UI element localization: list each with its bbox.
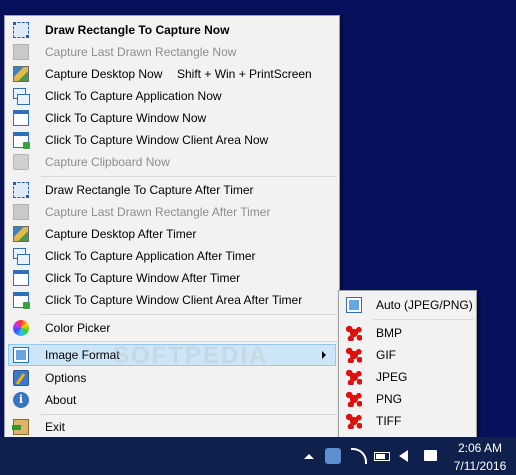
network-icon[interactable] bbox=[351, 448, 367, 464]
show-hidden-icons-icon[interactable] bbox=[304, 454, 314, 459]
format-option-tiff[interactable]: TIFF bbox=[341, 410, 473, 432]
capture-app-tray-icon[interactable] bbox=[325, 448, 341, 464]
menu-item-draw-rectangle-timer[interactable]: Draw Rectangle To Capture After Timer bbox=[8, 179, 336, 201]
menu-item-options[interactable]: Options bbox=[8, 367, 336, 389]
menu-item-label: Capture Desktop Now bbox=[45, 67, 163, 81]
menu-item-label: Click To Capture Application After Timer bbox=[45, 249, 256, 263]
taskbar: 2:06 AM 7/11/2016 bbox=[0, 437, 516, 475]
window-client-area-icon bbox=[13, 292, 30, 309]
splat-icon bbox=[346, 369, 362, 385]
application-icon bbox=[13, 88, 30, 105]
options-icon bbox=[13, 370, 29, 386]
format-option-png[interactable]: PNG bbox=[341, 388, 473, 410]
menu-item-label: Capture Desktop After Timer bbox=[45, 227, 197, 241]
menu-separator bbox=[373, 319, 474, 320]
info-icon: i bbox=[13, 392, 29, 408]
tray-context-menu: Draw Rectangle To Capture Now Capture La… bbox=[4, 15, 340, 439]
menu-item-label: Click To Capture Window Client Area Afte… bbox=[45, 293, 303, 307]
last-rectangle-icon bbox=[13, 204, 29, 220]
format-option-gif[interactable]: GIF bbox=[341, 344, 473, 366]
menu-item-capture-application-timer[interactable]: Click To Capture Application After Timer bbox=[8, 245, 336, 267]
window-icon bbox=[13, 270, 29, 286]
menu-separator bbox=[41, 176, 337, 177]
taskbar-clock[interactable]: 2:06 AM 7/11/2016 bbox=[445, 437, 515, 475]
exit-icon bbox=[12, 419, 29, 435]
auto-format-icon bbox=[346, 297, 362, 313]
menu-item-label: Click To Capture Window After Timer bbox=[45, 271, 241, 285]
menu-item-label: Click To Capture Application Now bbox=[45, 89, 222, 103]
menu-item-draw-rectangle-now[interactable]: Draw Rectangle To Capture Now bbox=[8, 19, 336, 41]
menu-item-label: Click To Capture Window Now bbox=[45, 111, 207, 125]
menu-separator bbox=[41, 414, 337, 415]
menu-item-label: Click To Capture Window Client Area Now bbox=[45, 133, 269, 147]
menu-item-label: Draw Rectangle To Capture Now bbox=[45, 23, 230, 37]
window-client-area-icon bbox=[13, 132, 30, 149]
menu-item-label: Exit bbox=[45, 420, 66, 434]
action-center-icon[interactable] bbox=[424, 450, 437, 461]
menu-item-exit[interactable]: Exit bbox=[8, 416, 336, 438]
menu-item-color-picker[interactable]: Color Picker bbox=[8, 317, 336, 339]
color-picker-icon bbox=[13, 320, 29, 336]
clipboard-icon bbox=[13, 154, 29, 170]
splat-icon bbox=[346, 391, 362, 407]
menu-separator bbox=[41, 314, 337, 315]
format-option-bmp[interactable]: BMP bbox=[341, 322, 473, 344]
menu-item-capture-clipboard-now: Capture Clipboard Now bbox=[8, 151, 336, 173]
menu-item-capture-window-timer[interactable]: Click To Capture Window After Timer bbox=[8, 267, 336, 289]
menu-item-about[interactable]: i About bbox=[8, 389, 336, 411]
menu-item-shortcut: Shift + Win + PrintScreen bbox=[177, 67, 312, 81]
format-option-jpeg[interactable]: JPEG bbox=[341, 366, 473, 388]
format-option-label: TIFF bbox=[376, 414, 402, 428]
window-icon bbox=[13, 110, 29, 126]
format-option-label: Auto (JPEG/PNG) bbox=[376, 298, 473, 312]
volume-icon[interactable] bbox=[399, 450, 408, 462]
menu-item-capture-desktop-now[interactable]: Capture Desktop Now Shift + Win + PrintS… bbox=[8, 63, 336, 85]
menu-item-capture-client-area-timer[interactable]: Click To Capture Window Client Area Afte… bbox=[8, 289, 336, 311]
draw-rectangle-icon bbox=[13, 22, 29, 38]
format-option-label: PNG bbox=[376, 392, 403, 406]
last-rectangle-icon bbox=[13, 44, 29, 60]
submenu-arrow-icon bbox=[322, 351, 326, 359]
desktop-icon bbox=[13, 66, 29, 82]
menu-item-label: Capture Last Drawn Rectangle After Timer bbox=[45, 205, 271, 219]
clock-date: 7/11/2016 bbox=[453, 459, 507, 473]
menu-item-label: Capture Clipboard Now bbox=[45, 155, 170, 169]
menu-item-capture-client-area-now[interactable]: Click To Capture Window Client Area Now bbox=[8, 129, 336, 151]
format-option-label: BMP bbox=[376, 326, 403, 340]
format-option-label: JPEG bbox=[376, 370, 408, 384]
menu-item-last-rectangle-timer: Capture Last Drawn Rectangle After Timer bbox=[8, 201, 336, 223]
menu-item-capture-window-now[interactable]: Click To Capture Window Now bbox=[8, 107, 336, 129]
format-option-label: GIF bbox=[376, 348, 396, 362]
menu-item-label: Image Format bbox=[45, 348, 120, 362]
image-format-icon bbox=[13, 347, 29, 363]
splat-icon bbox=[346, 325, 362, 341]
menu-item-image-format[interactable]: Image Format bbox=[8, 344, 336, 366]
menu-item-capture-desktop-timer[interactable]: Capture Desktop After Timer bbox=[8, 223, 336, 245]
application-icon bbox=[13, 248, 30, 265]
splat-icon bbox=[346, 347, 362, 363]
menu-item-capture-application-now[interactable]: Click To Capture Application Now bbox=[8, 85, 336, 107]
splat-icon bbox=[346, 413, 362, 429]
desktop-icon bbox=[13, 226, 29, 242]
menu-item-label: Color Picker bbox=[45, 321, 111, 335]
clock-time: 2:06 AM bbox=[457, 441, 503, 455]
draw-rectangle-icon bbox=[13, 182, 29, 198]
menu-separator bbox=[41, 341, 337, 342]
format-option-auto[interactable]: Auto (JPEG/PNG) bbox=[341, 294, 473, 316]
menu-item-label: Capture Last Drawn Rectangle Now bbox=[45, 45, 237, 59]
image-format-submenu: Auto (JPEG/PNG) BMP GIF JPEG PNG TIFF bbox=[338, 290, 477, 440]
menu-item-label: About bbox=[45, 393, 77, 407]
menu-item-last-rectangle-now: Capture Last Drawn Rectangle Now bbox=[8, 41, 336, 63]
menu-item-label: Draw Rectangle To Capture After Timer bbox=[45, 183, 254, 197]
menu-item-label: Options bbox=[45, 371, 87, 385]
battery-icon[interactable] bbox=[374, 452, 390, 461]
